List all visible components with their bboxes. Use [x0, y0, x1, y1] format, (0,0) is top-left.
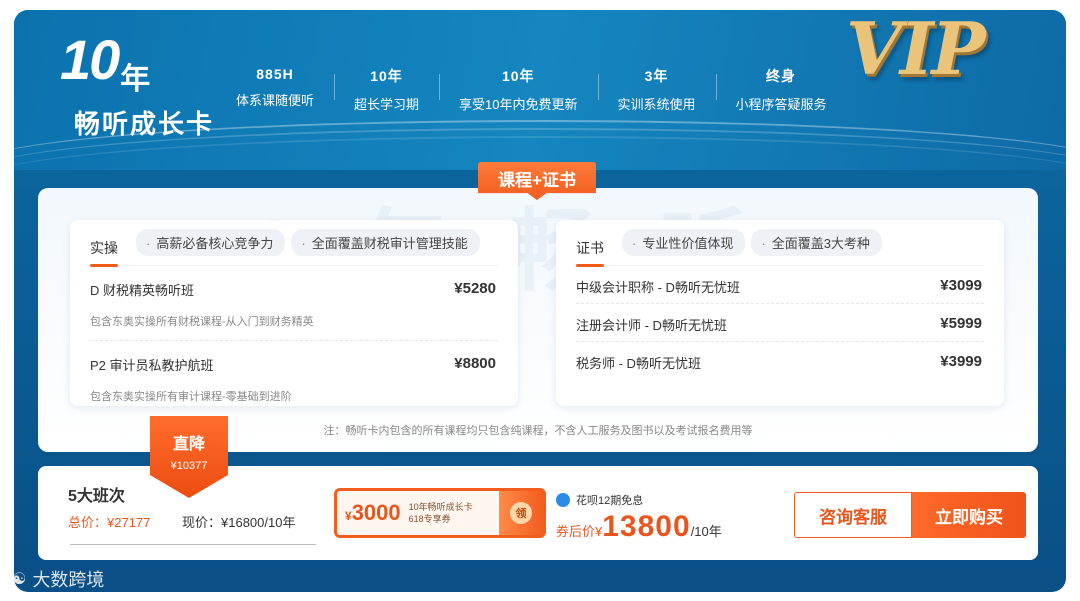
- feature-chip: 全面覆盖财税审计管理技能: [291, 229, 480, 256]
- feature-item: 10年 享受10年内免费更新: [439, 66, 597, 113]
- feature-value: 3年: [644, 68, 669, 84]
- coupon-line-1: 10年畅听成长卡: [408, 502, 473, 512]
- feature-value: 终身: [766, 68, 797, 84]
- course-description: 包含东奥实操所有财税课程-从入门到财务精英: [90, 316, 314, 328]
- certificate-name: 税务师 - D畅听无忧班: [576, 356, 701, 371]
- course-price: ¥8800: [454, 355, 496, 372]
- feature-item: 终身 小程序答疑服务: [715, 66, 847, 113]
- course-description: 包含东奥实操所有审计课程-零基础到进阶: [90, 391, 292, 403]
- feature-label: 实训系统使用: [617, 97, 696, 112]
- claim-coupon-button[interactable]: 领: [499, 491, 543, 535]
- certificate-row[interactable]: 税务师 - D畅听无忧班 ¥3999: [576, 342, 984, 380]
- certificate-price: ¥3999: [940, 353, 982, 370]
- feature-label: 体系课随便听: [236, 93, 315, 108]
- feature-value: 10年: [501, 68, 535, 84]
- certificate-box: 证书 专业性价值体现 全面覆盖3大考种 中级会计职称 - D畅听无忧班 ¥309…: [556, 220, 1004, 406]
- claim-coupon-label: 领: [510, 502, 532, 524]
- buy-now-button[interactable]: 立即购买: [912, 492, 1026, 538]
- final-price: 券后价¥13800/10年: [556, 510, 722, 544]
- certificate-price: ¥5999: [940, 315, 982, 332]
- feature-item: 885H 体系课随便听: [216, 66, 334, 113]
- feature-chip: 专业性价值体现: [622, 229, 746, 256]
- brand-number: 10: [60, 28, 120, 91]
- tab-certificate[interactable]: 证书: [576, 220, 604, 267]
- feature-value: 10年: [370, 68, 403, 84]
- price-drop-amount: ¥10377: [170, 460, 208, 472]
- final-price-unit: /10年: [690, 524, 722, 539]
- watermark-icon: ☯: [12, 571, 27, 588]
- feature-label: 超长学习期: [354, 97, 420, 112]
- vip-logo: VIP: [846, 6, 986, 91]
- course-price: ¥5280: [454, 280, 496, 297]
- consult-service-button[interactable]: 咨询客服: [794, 492, 912, 538]
- course-name: D 财税精英畅听班: [90, 283, 195, 298]
- installment-label: 花呗12期免息: [576, 495, 644, 507]
- source-watermark: ☯ 大数跨境: [12, 566, 104, 592]
- tab-practice[interactable]: 实操: [90, 220, 118, 267]
- brand-year: 年: [120, 63, 151, 96]
- feature-label: 享受10年内免费更新: [459, 97, 578, 112]
- price-drop-title: 直降: [172, 436, 205, 453]
- course-row[interactable]: P2 审计员私教护航班 ¥8800 包含东奥实操所有审计课程-零基础到进阶: [90, 340, 498, 414]
- brand-title: 10年 畅听成长卡: [60, 32, 214, 141]
- content-panel: 10年畅听 实操 高薪必备核心竞争力 全面覆盖财税审计管理技能 D 财税精英畅听…: [38, 188, 1038, 452]
- coupon-card[interactable]: ¥3000 10年畅听成长卡 618专享券 领: [334, 488, 546, 538]
- brand-subtitle: 畅听成长卡: [74, 109, 215, 139]
- feature-label: 小程序答疑服务: [735, 97, 827, 112]
- certificate-price: ¥3099: [940, 277, 982, 294]
- certificate-name: 中级会计职称 - D畅听无忧班: [576, 280, 740, 295]
- feature-item: 10年 超长学习期: [334, 66, 439, 113]
- current-price: 现价：¥16800/10年: [182, 515, 296, 530]
- installment-info: 花呗12期免息: [556, 492, 643, 508]
- certificate-row[interactable]: 中级会计职称 - D畅听无忧班 ¥3099: [576, 266, 984, 304]
- divider: [70, 544, 316, 545]
- feature-list: 885H 体系课随便听 10年 超长学习期 10年 享受10年内免费更新 3年 …: [216, 66, 847, 113]
- feature-chip: 全面覆盖3大考种: [751, 229, 882, 256]
- course-row[interactable]: D 财税精英畅听班 ¥5280 包含东奥实操所有财税课程-从入门到财务精英: [90, 266, 498, 340]
- coupon-amount: ¥3000: [337, 500, 401, 526]
- certificate-tabs: 证书 专业性价值体现 全面覆盖3大考种: [576, 220, 984, 267]
- coupon-currency: ¥: [345, 509, 352, 523]
- feature-chip: 高薪必备核心竞争力: [136, 229, 286, 256]
- watermark-text: 大数跨境: [32, 570, 105, 590]
- total-price: 总价：¥27177: [68, 515, 151, 530]
- class-count-title: 5大班次: [68, 488, 125, 505]
- final-price-label: 券后价: [556, 524, 596, 539]
- final-price-value: 13800: [602, 510, 691, 543]
- practice-box: 实操 高薪必备核心竞争力 全面覆盖财税审计管理技能 D 财税精英畅听班 ¥528…: [70, 220, 518, 406]
- course-name: P2 审计员私教护航班: [90, 358, 214, 373]
- certificate-name: 注册会计师 - D畅听无忧班: [576, 318, 727, 333]
- huabei-icon: [556, 493, 570, 507]
- feature-item: 3年 实训系统使用: [597, 66, 716, 113]
- coupon-line-2: 618专享券: [408, 514, 451, 524]
- practice-tabs: 实操 高薪必备核心竞争力 全面覆盖财税审计管理技能: [90, 220, 498, 267]
- certificate-row[interactable]: 注册会计师 - D畅听无忧班 ¥5999: [576, 304, 984, 342]
- feature-value: 885H: [256, 66, 294, 82]
- coupon-value: 3000: [351, 500, 401, 525]
- coupon-info: 10年畅听成长卡 618专享券: [409, 501, 473, 525]
